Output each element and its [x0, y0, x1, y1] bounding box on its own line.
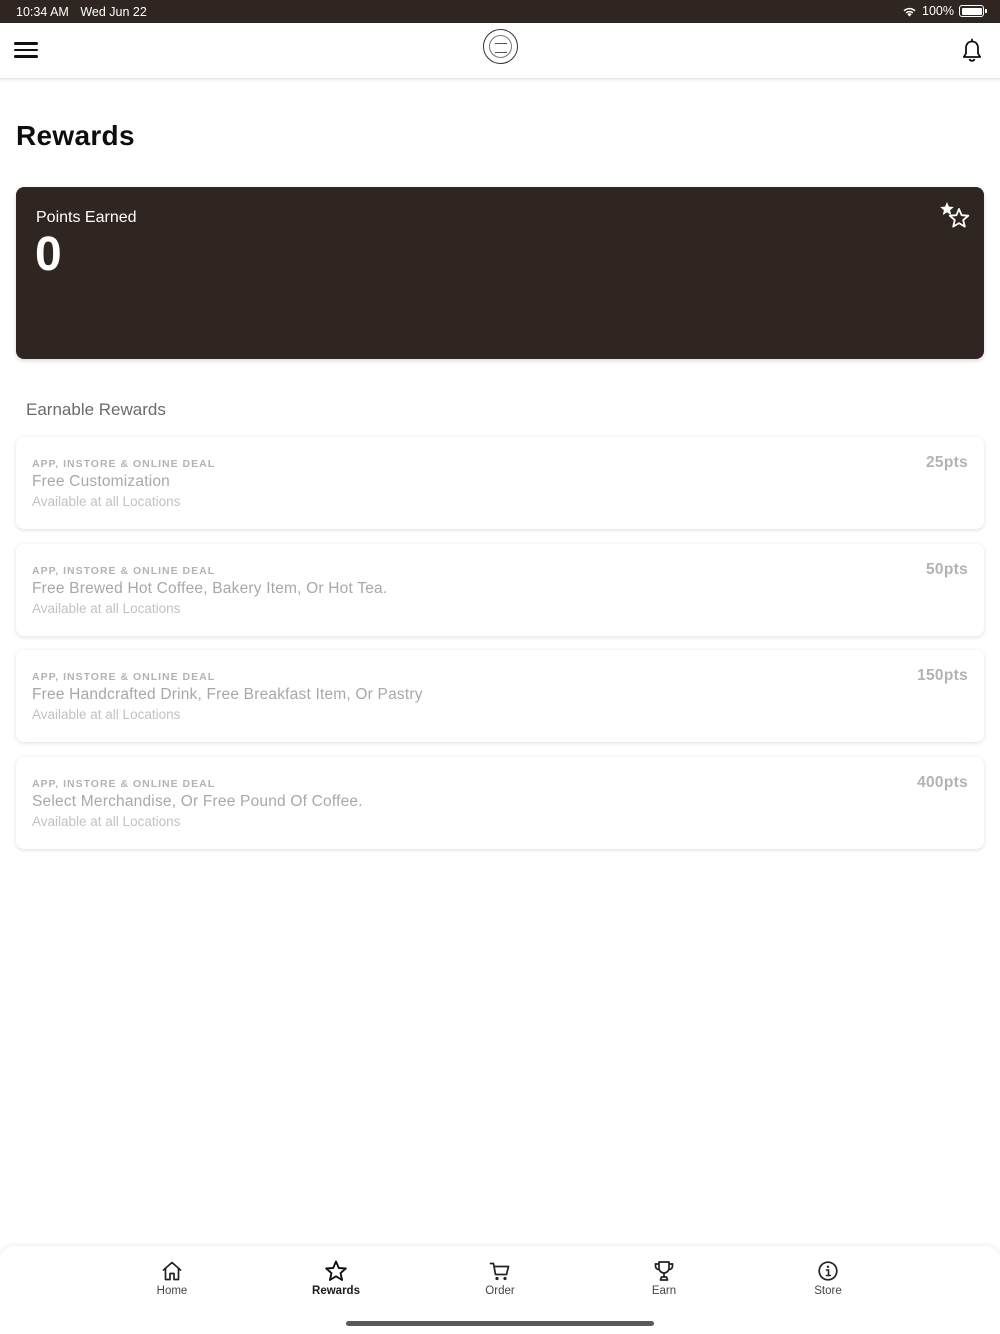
points-value: 0 — [35, 228, 62, 281]
cart-icon — [489, 1262, 510, 1281]
tab-order[interactable]: Order — [460, 1259, 540, 1297]
reward-points: 400pts — [917, 773, 968, 791]
reward-item[interactable]: APP, INSTORE & ONLINE DEAL Free Handcraf… — [16, 650, 984, 742]
reward-availability: Available at all Locations — [32, 494, 181, 509]
info-icon — [818, 1261, 838, 1281]
reward-points: 50pts — [926, 560, 968, 578]
status-indicators: 100% — [902, 4, 987, 18]
reward-availability: Available at all Locations — [32, 600, 181, 616]
reward-list: APP, INSTORE & ONLINE DEAL Free Customiz… — [16, 437, 984, 863]
tab-home[interactable]: Home — [132, 1259, 212, 1297]
status-bar: 10:34 AM Wed Jun 22 100% — [0, 0, 1000, 23]
battery-percent: 100% — [922, 4, 954, 18]
reward-points: 25pts — [926, 454, 968, 471]
reward-availability: Available at all Locations — [32, 813, 181, 829]
status-date: Wed Jun 22 — [80, 5, 147, 19]
tab-home-label: Home — [156, 1285, 188, 1297]
reward-title: Free Customization — [32, 473, 170, 490]
hamburger-menu-icon[interactable] — [14, 38, 42, 64]
reward-availability: Available at all Locations — [32, 707, 181, 722]
reward-item[interactable]: APP, INSTORE & ONLINE DEAL Free Brewed H… — [16, 543, 984, 636]
tab-earn-label: Earn — [651, 1285, 677, 1297]
battery-icon — [959, 5, 987, 17]
tab-store-label: Store — [814, 1285, 842, 1297]
reward-item[interactable]: APP, INSTORE & ONLINE DEAL Select Mercha… — [16, 756, 984, 849]
home-icon — [162, 1261, 182, 1281]
points-card: Points Earned 0 — [16, 187, 984, 359]
tab-earn[interactable]: Earn — [624, 1259, 704, 1297]
bell-icon[interactable] — [959, 38, 985, 64]
reward-title: Free Brewed Hot Coffee, Bakery Item, Or … — [32, 579, 388, 597]
star-icon — [325, 1260, 347, 1281]
reward-tag: APP, INSTORE & ONLINE DEAL — [32, 458, 216, 470]
trophy-icon — [654, 1261, 674, 1281]
reward-points: 150pts — [917, 667, 968, 684]
status-time: 10:34 AM — [16, 5, 69, 19]
tab-store[interactable]: Store — [788, 1259, 868, 1297]
tab-rewards-label: Rewards — [312, 1285, 360, 1297]
tab-rewards[interactable]: Rewards — [296, 1259, 376, 1297]
reward-tag: APP, INSTORE & ONLINE DEAL — [32, 671, 216, 683]
home-indicator — [346, 1321, 654, 1326]
reward-title: Select Merchandise, Or Free Pound Of Cof… — [32, 792, 363, 810]
tab-order-label: Order — [485, 1285, 515, 1297]
reward-title: Free Handcrafted Drink, Free Breakfast I… — [32, 686, 423, 703]
reward-tag: APP, INSTORE & ONLINE DEAL — [32, 564, 216, 577]
stars-icon — [940, 202, 970, 228]
earnable-rewards-heading: Earnable Rewards — [26, 400, 166, 419]
top-nav — [0, 23, 1000, 79]
status-time-date: 10:34 AM Wed Jun 22 — [16, 5, 155, 19]
wifi-icon — [903, 7, 916, 17]
points-label: Points Earned — [36, 209, 137, 226]
reward-item[interactable]: APP, INSTORE & ONLINE DEAL Free Customiz… — [16, 437, 984, 529]
reward-tag: APP, INSTORE & ONLINE DEAL — [32, 777, 216, 790]
page-title: Rewards — [16, 120, 135, 151]
brand-logo — [483, 29, 518, 64]
